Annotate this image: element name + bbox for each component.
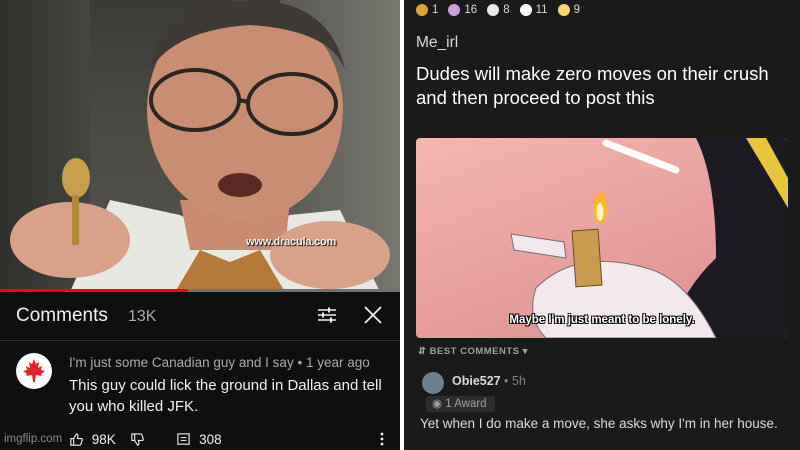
post-image[interactable]: Maybe I'm just meant to be lonely. (416, 138, 788, 338)
award-silver-icon (519, 4, 532, 16)
award-hugz-icon (557, 4, 570, 16)
award-item[interactable]: 16 (448, 4, 477, 16)
chevron-down-icon: ▾ (519, 346, 528, 357)
award-count: 8 (503, 4, 510, 16)
award-item[interactable]: 1 (416, 4, 438, 16)
comment-time: 1 year ago (305, 355, 370, 370)
reply-count[interactable]: 308 (199, 432, 222, 447)
comment-award-badge[interactable]: ◉ 1 Award (426, 396, 495, 412)
reply-icon[interactable] (176, 432, 191, 447)
awards-row[interactable]: 1 16 8 11 9 (416, 4, 590, 22)
subreddit-name[interactable]: Me_irl (416, 34, 458, 52)
sort-label: BEST COMMENTS (429, 346, 520, 357)
award-icon: ◉ (432, 398, 446, 410)
award-count: 11 (535, 4, 548, 16)
post-title: Dudes will make zero moves on their crus… (416, 63, 769, 108)
sort-icon: ⇵ (418, 346, 430, 357)
meta-separator: • (297, 355, 303, 370)
comment-author[interactable]: I'm just some Canadian guy and I say (69, 355, 294, 370)
comment-time-reddit: • 5h (504, 374, 526, 388)
comments-title: Comments (16, 305, 108, 326)
comment-actions: 98K 308 (69, 431, 222, 447)
award-count: 1 (432, 4, 439, 16)
sort-best-comments[interactable]: ⇵ BEST COMMENTS ▾ (418, 346, 528, 357)
award-count: 9 (573, 4, 580, 16)
reddit-panel: 1 16 8 11 9 Me_irl Dudes will make zero move… (404, 0, 800, 450)
comment-text: This guy could lick the ground in Dallas… (69, 377, 382, 415)
video-frame-illustration (10, 0, 390, 292)
award-label: 1 Award (445, 398, 487, 410)
award-item[interactable]: 9 (557, 4, 580, 16)
comments-header: Comments 13K (0, 292, 400, 340)
image-caption: Maybe I'm just meant to be lonely. (509, 314, 695, 326)
post-image-illustration (510, 138, 788, 338)
comment-item: I'm just some Canadian guy and I say • 1… (0, 341, 400, 450)
more-vert-icon[interactable] (376, 431, 388, 447)
maple-leaf-icon (23, 359, 45, 382)
video-watermark: www.dracula.com (246, 236, 337, 248)
award-wholesome-icon (448, 4, 461, 16)
comment-meta: I'm just some Canadian guy and I say • 1… (69, 355, 370, 370)
site-watermark: imgflip.com (4, 433, 63, 445)
meta-separator: • (504, 374, 509, 388)
award-helpful-icon (487, 4, 500, 16)
comment-username[interactable]: Obie527 (452, 374, 501, 388)
video-player[interactable]: www.dracula.com (0, 0, 400, 292)
youtube-panel: www.dracula.com Comments 13K I'm just so… (0, 0, 400, 450)
reddit-comment-text: Yet when I do make a move, she asks why … (420, 416, 778, 431)
thumbs-up-icon[interactable] (69, 432, 84, 447)
close-icon[interactable] (362, 304, 384, 326)
avatar[interactable] (16, 353, 52, 389)
award-item[interactable]: 8 (487, 4, 510, 16)
filter-icon[interactable] (316, 304, 338, 326)
award-item[interactable]: 11 (519, 4, 548, 16)
comments-count: 13K (128, 308, 157, 325)
thumbs-down-icon[interactable] (130, 432, 145, 447)
award-gold-icon (416, 4, 428, 16)
commenter-avatar[interactable] (422, 372, 444, 394)
comment-age: 5h (511, 374, 526, 388)
like-count: 98K (91, 431, 116, 447)
award-count: 16 (464, 4, 478, 16)
